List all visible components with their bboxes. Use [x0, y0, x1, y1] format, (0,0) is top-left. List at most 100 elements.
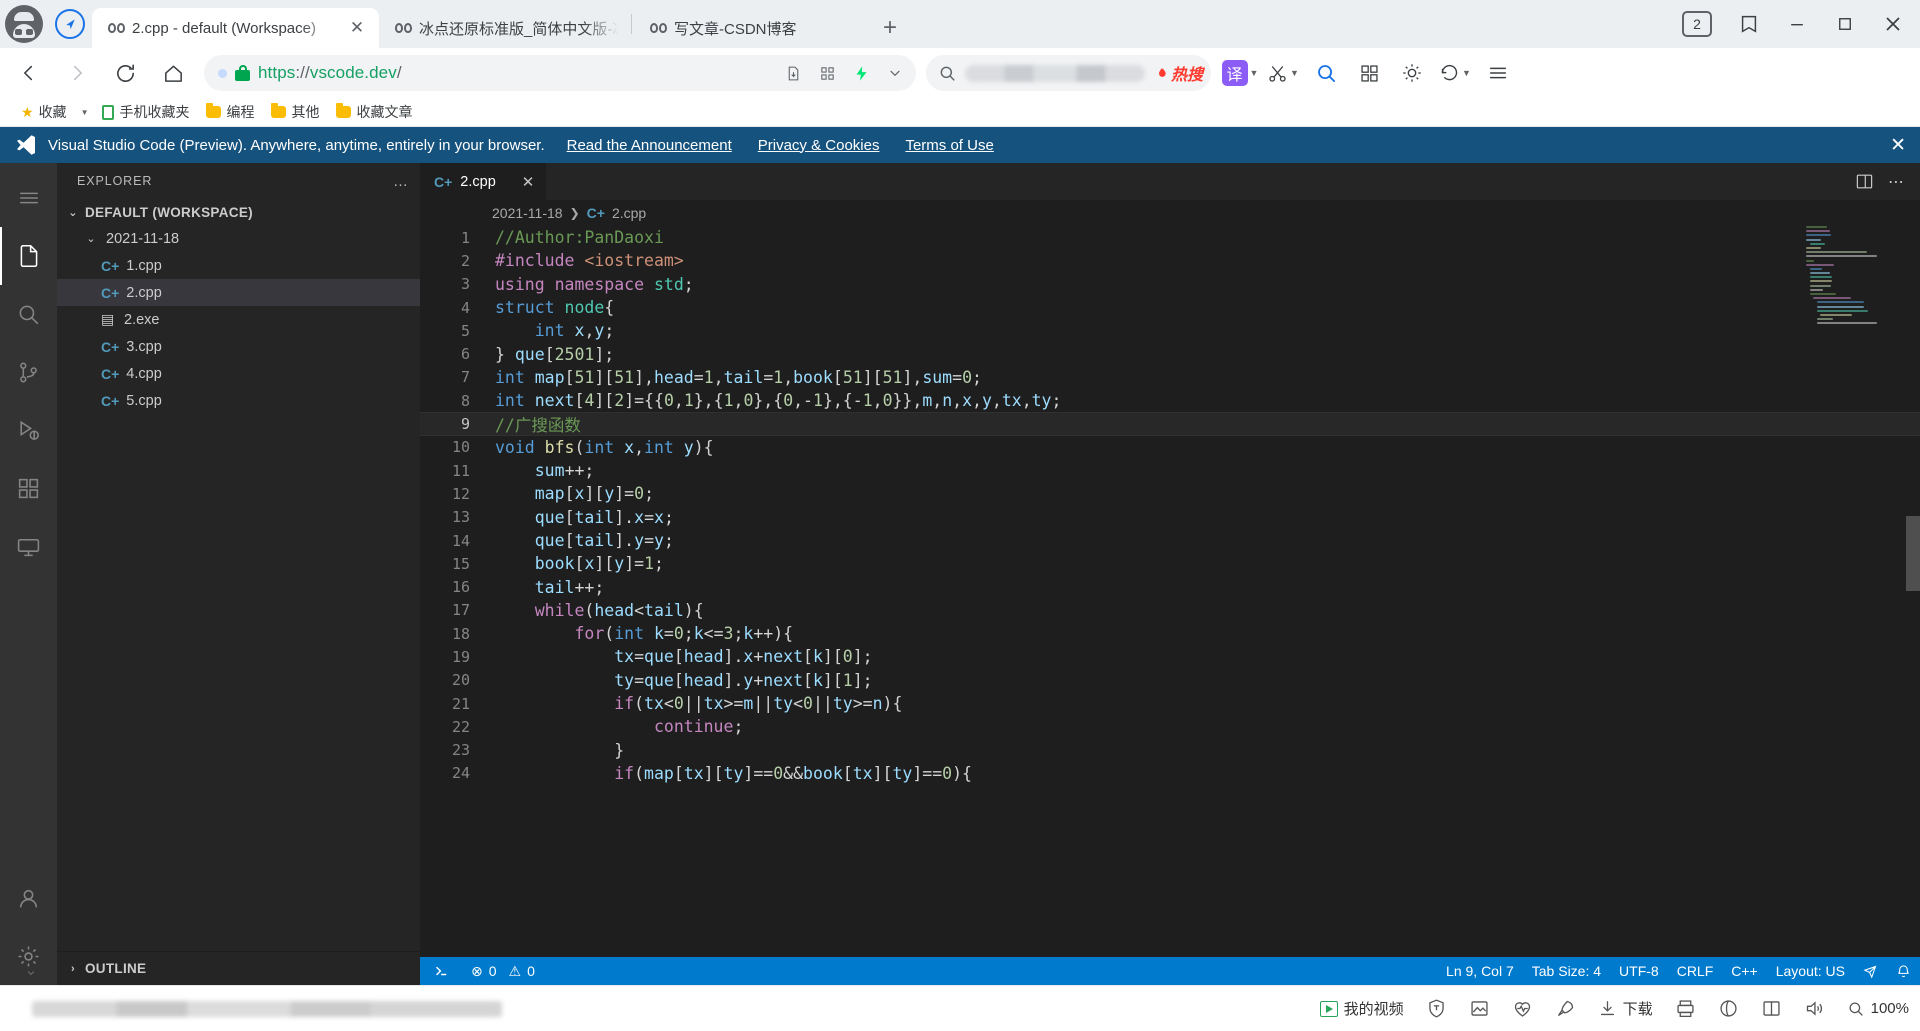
activity-menu-button[interactable] [0, 169, 57, 227]
chevron-down-icon[interactable] [880, 58, 910, 88]
code-line[interactable]: 15 book[x][y]=1; [420, 552, 1920, 575]
search-box[interactable]: 热搜 [926, 55, 1211, 91]
chevron-down-icon[interactable]: ▼ [1250, 68, 1259, 78]
code-line[interactable]: 12 map[x][y]=0; [420, 482, 1920, 505]
apps-grid-button[interactable] [1348, 53, 1390, 93]
editor-tab-2cpp[interactable]: C+ 2.cpp ✕ [420, 163, 548, 200]
editor-tab-close-icon[interactable]: ✕ [522, 173, 535, 191]
status-notifications-icon[interactable] [1887, 957, 1920, 985]
rocket-button[interactable] [1544, 986, 1587, 1031]
heartbeat-button[interactable] [1501, 986, 1544, 1031]
status-remote-icon[interactable] [420, 957, 462, 985]
read-announcement-link[interactable]: Read the Announcement [567, 137, 732, 154]
reading-mode-button[interactable] [1707, 986, 1750, 1031]
outline-section-header[interactable]: › OUTLINE [57, 951, 420, 985]
sidebar-item-run-debug[interactable] [0, 401, 57, 459]
folder-row-2021-11-18[interactable]: ⌄ 2021-11-18 [57, 225, 420, 252]
workspace-root-row[interactable]: ⌄ DEFAULT (WORKSPACE) [57, 199, 420, 225]
chevron-down-icon[interactable]: ▼ [1290, 68, 1299, 78]
profile-avatar[interactable] [0, 0, 48, 48]
bookmark-item-other[interactable]: 其他 [264, 99, 326, 125]
status-problems[interactable]: ⊗ 0 ⚠ 0 [462, 957, 544, 985]
minimize-button[interactable] [1774, 0, 1820, 48]
screenshot-button[interactable]: ▼ [1262, 53, 1304, 93]
status-keyboard-layout[interactable]: Layout: US [1767, 957, 1854, 985]
code-line[interactable]: 17 while(head<tail){ [420, 599, 1920, 622]
forward-button[interactable] [54, 53, 100, 93]
theme-button[interactable] [1391, 53, 1433, 93]
code-line[interactable]: 7 int map[51][51],head=1,tail=1,book[51][… [420, 366, 1920, 389]
translate-button[interactable]: 译 ▼ [1219, 53, 1261, 93]
tab-close-button[interactable]: ✕ [345, 16, 369, 40]
code-line[interactable]: 6} que[2501]; [420, 342, 1920, 365]
status-tab-size[interactable]: Tab Size: 4 [1523, 957, 1610, 985]
terms-of-use-link[interactable]: Terms of Use [905, 137, 993, 154]
bookmark-item-mobile[interactable]: 手机收藏夹 [95, 99, 196, 125]
minimap[interactable] [1806, 226, 1898, 376]
code-line[interactable]: 24 if(map[tx][ty]==0&&book[tx][ty]==0){ [420, 762, 1920, 785]
shield-button[interactable] [1415, 986, 1458, 1031]
qr-code-icon[interactable] [812, 58, 842, 88]
status-language-mode[interactable]: C++ [1722, 957, 1766, 985]
file-row-2exe[interactable]: ▤ 2.exe [57, 306, 420, 333]
back-button[interactable] [6, 53, 52, 93]
code-line[interactable]: 23 } [420, 739, 1920, 762]
status-encoding[interactable]: UTF-8 [1610, 957, 1668, 985]
breadcrumb-file[interactable]: 2.cpp [612, 205, 646, 221]
print-button[interactable] [1664, 986, 1707, 1031]
privacy-cookies-link[interactable]: Privacy & Cookies [758, 137, 880, 154]
collections-icon[interactable] [1726, 0, 1772, 48]
code-line[interactable]: 18 for(int k=0;k<=3;k++){ [420, 622, 1920, 645]
code-line[interactable]: 16 tail++; [420, 575, 1920, 598]
bookmark-item-favorites[interactable]: ★ 收藏 [14, 99, 74, 125]
close-window-button[interactable] [1870, 0, 1916, 48]
scroll-down-icon[interactable]: ⌄ [18, 955, 44, 985]
code-line[interactable]: 4 struct node{ [420, 296, 1920, 319]
code-line[interactable]: 11 sum++; [420, 459, 1920, 482]
code-line[interactable]: 5 int x,y; [420, 319, 1920, 342]
browser-logo-button[interactable] [48, 0, 92, 48]
browser-tab-1[interactable]: 2.cpp - default (Workspace) ✕ [92, 8, 379, 48]
sidebar-item-source-control[interactable] [0, 343, 57, 401]
bookmark-item-programming[interactable]: 编程 [199, 99, 261, 125]
magnifier-button[interactable] [1305, 53, 1347, 93]
lock-icon[interactable] [235, 65, 250, 81]
code-line[interactable]: 22 continue; [420, 715, 1920, 738]
download-button[interactable]: 下载 [1587, 986, 1664, 1031]
volume-button[interactable] [1793, 986, 1836, 1031]
page-zoom-control[interactable]: 100% [1836, 986, 1920, 1031]
address-bar[interactable]: https://vscode.dev/ [204, 55, 916, 91]
explorer-more-icon[interactable]: … [393, 173, 410, 190]
status-eol[interactable]: CRLF [1668, 957, 1723, 985]
code-line[interactable]: 1 //Author:PanDaoxi [420, 226, 1920, 249]
status-feedback-icon[interactable] [1854, 957, 1887, 985]
search-input[interactable] [965, 64, 1145, 82]
bookmark-item-articles[interactable]: 收藏文章 [329, 99, 419, 125]
image-button[interactable] [1458, 986, 1501, 1031]
new-tab-button[interactable]: + [870, 8, 910, 48]
turbo-bolt-icon[interactable] [846, 58, 876, 88]
history-button[interactable]: ▼ [1434, 53, 1476, 93]
file-row-2cpp[interactable]: C+ 2.cpp [57, 279, 420, 306]
breadcrumb-folder[interactable]: 2021-11-18 [492, 205, 563, 221]
browser-tab-2[interactable]: 冰点还原标准版_简体中文版-冰点 [379, 8, 629, 48]
save-page-icon[interactable] [778, 58, 808, 88]
code-line[interactable]: 21 if(tx<0||tx>=m||ty<0||ty>=n){ [420, 692, 1920, 715]
banner-close-icon[interactable]: ✕ [1890, 134, 1906, 157]
code-line[interactable]: 20 ty=que[head].y+next[k][1]; [420, 669, 1920, 692]
maximize-button[interactable] [1822, 0, 1868, 48]
code-line[interactable]: 10 void bfs(int x,int y){ [420, 436, 1920, 459]
sidebar-item-extensions[interactable] [0, 459, 57, 517]
accounts-button[interactable] [0, 869, 57, 927]
split-screen-button[interactable] [1750, 986, 1793, 1031]
tab-count-badge[interactable]: 2 [1682, 11, 1712, 37]
browser-menu-button[interactable] [1477, 53, 1519, 93]
sidebar-item-explorer[interactable] [0, 227, 57, 285]
file-row-4cpp[interactable]: C+ 4.cpp [57, 360, 420, 387]
my-video-button[interactable]: 我的视频 [1309, 986, 1415, 1031]
browser-tab-3[interactable]: 写文章-CSDN博客 [634, 8, 870, 48]
split-editor-icon[interactable] [1855, 172, 1874, 191]
code-line[interactable]: 14 que[tail].y=y; [420, 529, 1920, 552]
reload-button[interactable] [102, 53, 148, 93]
code-line[interactable]: 9 //广搜函数 [420, 412, 1920, 436]
